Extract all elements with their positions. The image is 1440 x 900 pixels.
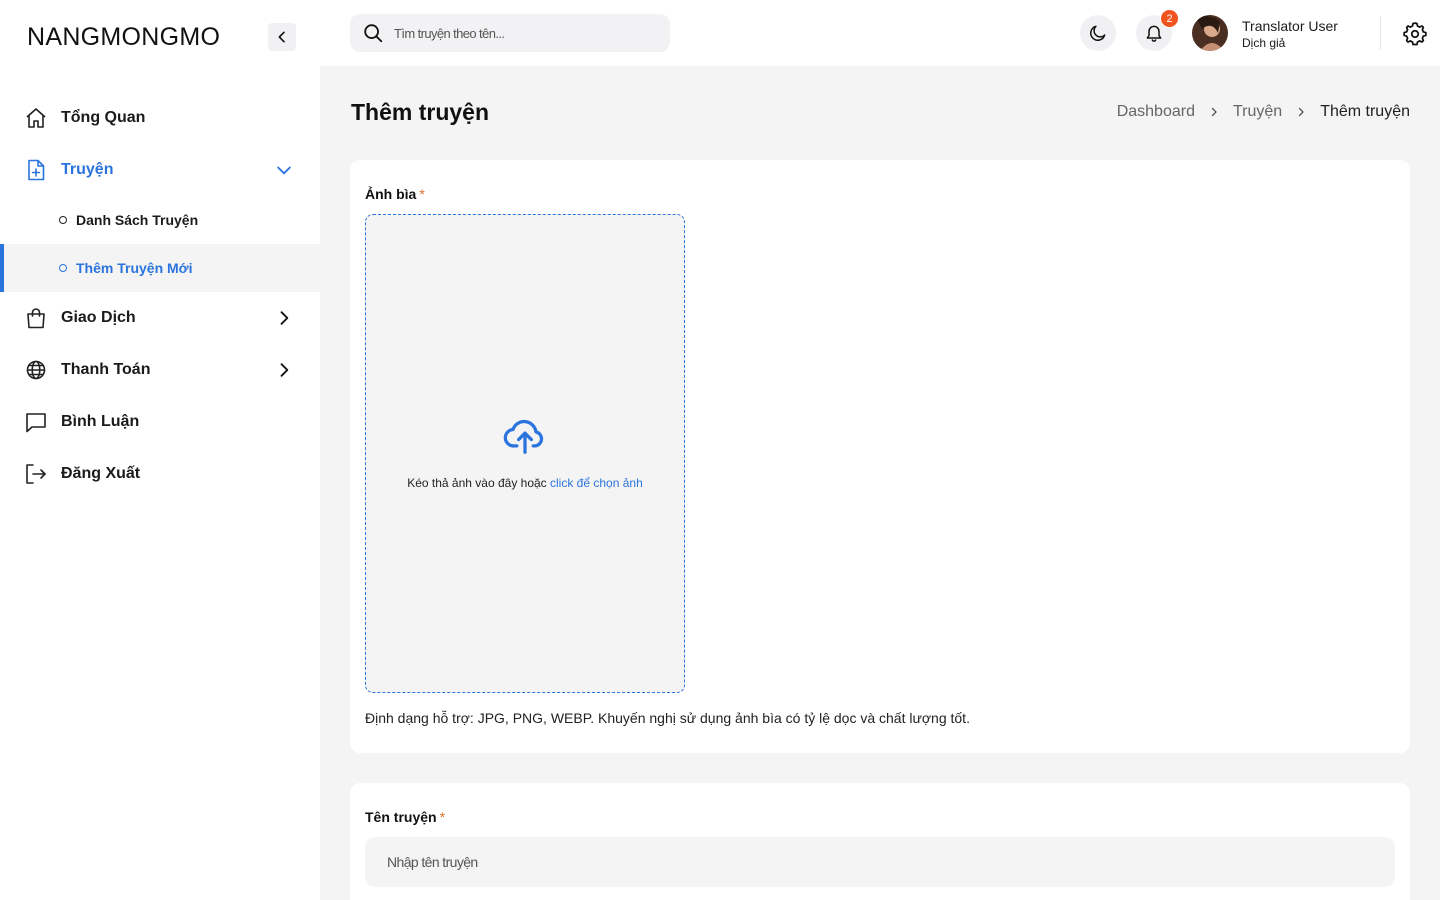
user-avatar-image <box>1192 15 1228 51</box>
sidebar-subitem-label: Danh Sách Truyện <box>76 212 199 228</box>
sidebar-nav: Tổng Quan Truyện Danh Sách Truyện Thêm T… <box>0 92 320 500</box>
chevron-right-icon <box>1295 106 1307 118</box>
story-name-card: Tên truyện * <box>350 783 1410 900</box>
sidebar-item-dang-xuat[interactable]: Đăng Xuất <box>0 448 320 500</box>
sidebar-item-truyen[interactable]: Truyện <box>0 144 320 196</box>
sidebar-item-label: Thanh Toán <box>61 361 151 378</box>
top-header: 2 Translator User Dịch giả <box>320 0 1440 66</box>
logout-icon <box>24 462 48 486</box>
collapse-sidebar-button[interactable] <box>268 23 296 51</box>
name-field-label: Tên truyện * <box>365 809 445 825</box>
chevron-down-icon <box>272 158 296 182</box>
bullet-icon <box>59 216 67 224</box>
sidebar: NANGMONGMO Tổng Quan Truyện Danh Sách Tr… <box>0 0 320 900</box>
breadcrumb-dashboard[interactable]: Dashboard <box>1117 103 1195 121</box>
search-bar[interactable] <box>350 14 670 52</box>
breadcrumb: Dashboard Truyện Thêm truyện <box>1117 103 1410 121</box>
dropzone-instruction: Kéo thả ảnh vào đây hoặc <box>407 476 551 490</box>
notification-badge: 2 <box>1160 9 1179 28</box>
cover-dropzone[interactable]: Kéo thả ảnh vào đây hoặc click để chọn ả… <box>365 214 685 693</box>
sidebar-item-label: Tổng Quan <box>61 109 146 126</box>
sidebar-item-thanh-toan[interactable]: Thanh Toán <box>0 344 320 396</box>
shopping-bag-icon <box>24 306 48 330</box>
chevron-right-icon <box>1208 106 1220 118</box>
sidebar-item-tong-quan[interactable]: Tổng Quan <box>0 92 320 144</box>
home-icon <box>24 106 48 130</box>
breadcrumb-current: Thêm truyện <box>1320 103 1410 120</box>
name-label-text: Tên truyện <box>365 809 437 825</box>
gear-icon <box>1403 22 1427 46</box>
theme-toggle-button[interactable] <box>1080 15 1116 51</box>
required-mark: * <box>439 809 446 825</box>
search-input[interactable] <box>394 25 664 41</box>
file-plus-icon <box>24 158 48 182</box>
sidebar-subitem-them-truyen-moi[interactable]: Thêm Truyện Mới <box>0 244 320 292</box>
required-mark: * <box>419 186 425 202</box>
chevron-left-icon <box>278 31 285 43</box>
breadcrumb-truyen[interactable]: Truyện <box>1233 103 1282 121</box>
sidebar-item-binh-luan[interactable]: Bình Luận <box>0 396 320 448</box>
sidebar-item-giao-dich[interactable]: Giao Dịch <box>0 292 320 344</box>
comment-icon <box>24 410 48 434</box>
cover-label-text: Ảnh bìa <box>365 186 417 202</box>
header-divider <box>1380 16 1381 50</box>
bullet-icon <box>59 264 67 272</box>
cover-format-hint: Định dạng hỗ trợ: JPG, PNG, WEBP. Khuyến… <box>365 710 970 726</box>
dropzone-text: Kéo thả ảnh vào đây hoặc click để chọn ả… <box>366 476 684 490</box>
chevron-right-icon <box>272 358 296 382</box>
app-logo[interactable]: NANGMONGMO <box>27 23 220 52</box>
sidebar-item-label: Bình Luận <box>61 413 140 430</box>
cover-image-card: Ảnh bìa * Kéo thả ảnh vào đây hoặc click … <box>350 160 1410 753</box>
settings-button[interactable] <box>1400 19 1430 49</box>
chevron-right-icon <box>272 306 296 330</box>
search-icon <box>364 24 383 43</box>
story-name-input[interactable] <box>365 837 1395 887</box>
cloud-upload-icon <box>503 419 544 454</box>
sidebar-item-label: Truyện <box>61 161 114 178</box>
sidebar-subitem-label: Thêm Truyện Mới <box>76 260 193 276</box>
sidebar-item-label: Giao Dịch <box>61 309 136 326</box>
user-role: Dịch giả <box>1242 36 1286 50</box>
sidebar-item-label: Đăng Xuất <box>61 465 141 482</box>
user-name: Translator User <box>1242 18 1338 34</box>
bell-icon <box>1146 25 1162 42</box>
globe-icon <box>24 358 48 382</box>
choose-image-link[interactable]: click để chọn ảnh <box>550 476 643 490</box>
sidebar-subitem-danh-sach-truyen[interactable]: Danh Sách Truyện <box>0 196 320 244</box>
avatar[interactable] <box>1192 15 1228 51</box>
page-title: Thêm truyện <box>351 99 490 125</box>
cover-field-label: Ảnh bìa * <box>365 186 425 202</box>
moon-icon <box>1090 25 1106 41</box>
